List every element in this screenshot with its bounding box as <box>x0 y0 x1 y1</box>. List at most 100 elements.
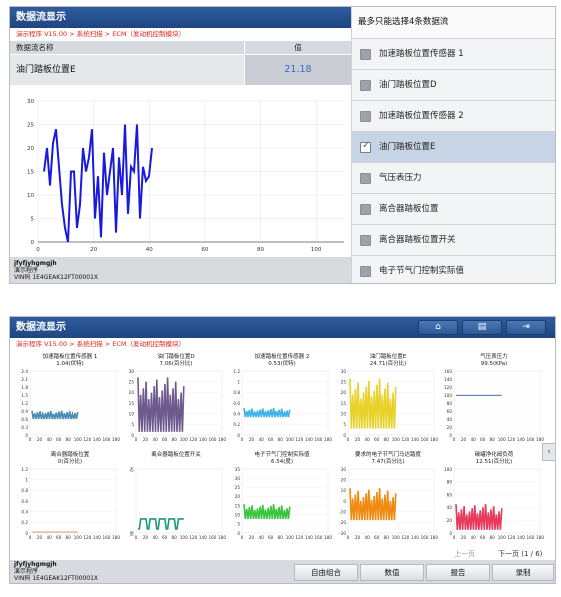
y-tick-label: 120 <box>444 385 452 390</box>
datastream-mini-chart[interactable]: 离合器踏板位置开关否是0 20 40 60 80 100 120 140 160 180 <box>130 450 227 540</box>
report-button[interactable]: 报告 <box>426 564 490 581</box>
datastream-option[interactable]: 离合器踏板位置 <box>352 193 555 224</box>
x-tick-label: 120 <box>189 437 197 442</box>
datastream-row[interactable]: 油门踏板位置E <box>10 55 244 85</box>
datastream-option[interactable]: 油门踏板位置E <box>352 131 555 162</box>
x-tick-label: 100 <box>286 535 294 540</box>
x-tick-label: 140 <box>517 535 525 540</box>
checkbox-icon[interactable] <box>360 80 371 91</box>
x-tick-label: 120 <box>295 535 303 540</box>
home-button[interactable]: ⌂ <box>418 320 458 335</box>
datastream-option[interactable]: 加速踏板位置传感器 2 <box>352 100 555 131</box>
y-tick-label: 5 <box>131 422 134 427</box>
chart-value: 99.5(KPa) <box>481 361 508 367</box>
datastream-option[interactable]: 气压表压力 <box>352 162 555 193</box>
chart-name: 要求的电子节气门马达踏度 <box>355 450 422 458</box>
y-tick-label: 0 <box>31 240 35 246</box>
datastream-mini-chart[interactable]: 离合器踏板位置0(百分比)1.210.80.60.40.200 20 40 60 80 1… <box>21 450 120 540</box>
datastream-selector-panel: 最多只能选择4条数据流 加速踏板位置传感器 1 油门踏板位置D 加速踏板位置传感器 … <box>351 7 555 283</box>
x-tick-label: 60 <box>374 535 380 540</box>
x-tick-label: 20 <box>90 247 97 253</box>
x-tick-label: 60 <box>268 535 274 540</box>
checkbox-icon[interactable] <box>360 111 371 122</box>
datastream-option-label: 油门踏板位置D <box>379 80 437 90</box>
x-tick-label: 20 <box>461 437 467 442</box>
y-tick-label: 否 <box>130 467 134 473</box>
x-tick-label: 180 <box>218 437 226 442</box>
chart-value: 7.47(百分比) <box>371 457 404 465</box>
y-tick-label: 0.3 <box>21 425 28 430</box>
datastream-option[interactable]: 油门踏板位置D <box>352 69 555 100</box>
y-tick-label: 20 <box>129 390 135 395</box>
datastream-option-label: 气压表压力 <box>379 173 422 183</box>
x-tick-label: 60 <box>162 437 168 442</box>
checkbox-icon[interactable] <box>360 235 371 246</box>
x-tick-label: 80 <box>172 437 178 442</box>
datastream-mini-chart[interactable]: 电子节气门控制实际值6.54(度)353025201510500 20 40 60 80… <box>235 450 333 540</box>
x-tick-label: 40 <box>46 437 52 442</box>
y-tick-label: 15 <box>235 503 241 508</box>
next-page-link[interactable]: 下一页 (1 / 6) <box>498 549 542 559</box>
chart-name: 碳罐净化阀负荷 <box>475 450 514 458</box>
checkbox-icon[interactable] <box>360 173 371 184</box>
y-tick-label: 1.8 <box>21 385 28 390</box>
x-tick-label: 0 <box>241 535 244 540</box>
checkbox-icon[interactable] <box>360 266 371 277</box>
exit-button[interactable]: ⇥ <box>506 320 546 335</box>
x-tick-label: 140 <box>305 437 313 442</box>
y-tick-label: 1.5 <box>21 393 28 398</box>
x-tick-label: 60 <box>268 437 274 442</box>
y-tick-label: 0 <box>343 499 346 504</box>
datastream-mini-chart[interactable]: 碳罐净化阀负荷12.51(百分比)1008060402000 20 40 60 80 10… <box>444 450 544 540</box>
datastream-option-label: 加速踏板位置传感器 1 <box>379 49 464 59</box>
home-icon: ⌂ <box>435 322 441 332</box>
y-tick-label: 100 <box>444 467 452 472</box>
checkbox-checked-icon[interactable] <box>360 140 371 153</box>
y-tick-label: 2.1 <box>21 377 28 382</box>
x-tick-label: 40 <box>470 437 476 442</box>
x-tick-label: 60 <box>480 437 486 442</box>
datastream-option-label: 电子节气门控制实际值 <box>379 266 465 276</box>
print-button[interactable]: ▤ <box>462 320 502 335</box>
datastream-mini-chart[interactable]: 加速踏板位置传感器 20.53(伏特)1.210.80.60.40.200 20 4… <box>233 352 332 442</box>
record-button[interactable]: 录制 <box>492 564 554 581</box>
expand-panel-tab[interactable]: ‹ <box>542 443 555 461</box>
chart-name: 油门踏板位置D <box>157 352 194 360</box>
prev-page-link[interactable]: 上一页 <box>454 549 475 559</box>
free-combine-button[interactable]: 自由组合 <box>294 564 358 581</box>
y-tick-label: 1 <box>25 477 28 482</box>
x-tick-label: 20 <box>249 535 255 540</box>
x-tick-label: 140 <box>411 535 419 540</box>
x-tick-label: 80 <box>172 535 178 540</box>
y-tick-label: 30 <box>235 476 241 481</box>
x-tick-label: 120 <box>507 535 515 540</box>
chart-name: 气压表压力 <box>480 352 508 360</box>
datastream-mini-chart[interactable]: 加速踏板位置传感器 11.04(伏特) 2.4 2.1 1.8 1.5 1.2 0.9 0.6… <box>21 352 120 442</box>
datastream-option[interactable]: 电子节气门控制实际值 <box>352 255 555 283</box>
datastream-option[interactable]: 加速踏板位置传感器 1 <box>352 38 555 69</box>
x-tick-label: 100 <box>286 437 294 442</box>
x-tick-label: 80 <box>278 535 284 540</box>
checkbox-icon[interactable] <box>360 204 371 215</box>
chart-value: 6.54(度) <box>271 457 293 465</box>
chevron-left-icon: ‹ <box>547 447 551 457</box>
datastream-option[interactable]: 离合器踏板位置开关 <box>352 224 555 255</box>
y-tick-label: 2.4 <box>21 369 28 374</box>
x-tick-label: 180 <box>218 535 226 540</box>
x-tick-label: 120 <box>401 437 409 442</box>
checkbox-icon[interactable] <box>360 49 371 60</box>
y-tick-label: 60 <box>447 492 453 497</box>
y-tick-label: 0.6 <box>21 417 28 422</box>
value-button[interactable]: 数值 <box>360 564 424 581</box>
x-tick-label: 100 <box>74 437 82 442</box>
datastream-mini-chart[interactable]: 气压表压力99.5(KPa)1601401201008060402000 20 40… <box>444 352 544 442</box>
x-tick-label: 120 <box>189 535 197 540</box>
datastream-mini-chart[interactable]: 油门踏板位置D7.06(百分比)3025201510500 20 40 60 80 100… <box>129 352 227 442</box>
chart-value: 12.51(百分比) <box>476 457 513 465</box>
datastream-mini-chart[interactable]: 要求的电子节气门马达踏度7.47(百分比)3020100-10-20-300 20… <box>339 450 438 540</box>
y-tick-label: 5 <box>343 422 346 427</box>
datastream-mini-chart[interactable]: 油门踏板位置E24.71(百分比)3025201510500 20 40 60 80 10… <box>341 352 439 442</box>
y-tick-label: 80 <box>447 480 453 485</box>
x-tick-label: 100 <box>392 437 400 442</box>
x-tick-label: 180 <box>112 437 120 442</box>
